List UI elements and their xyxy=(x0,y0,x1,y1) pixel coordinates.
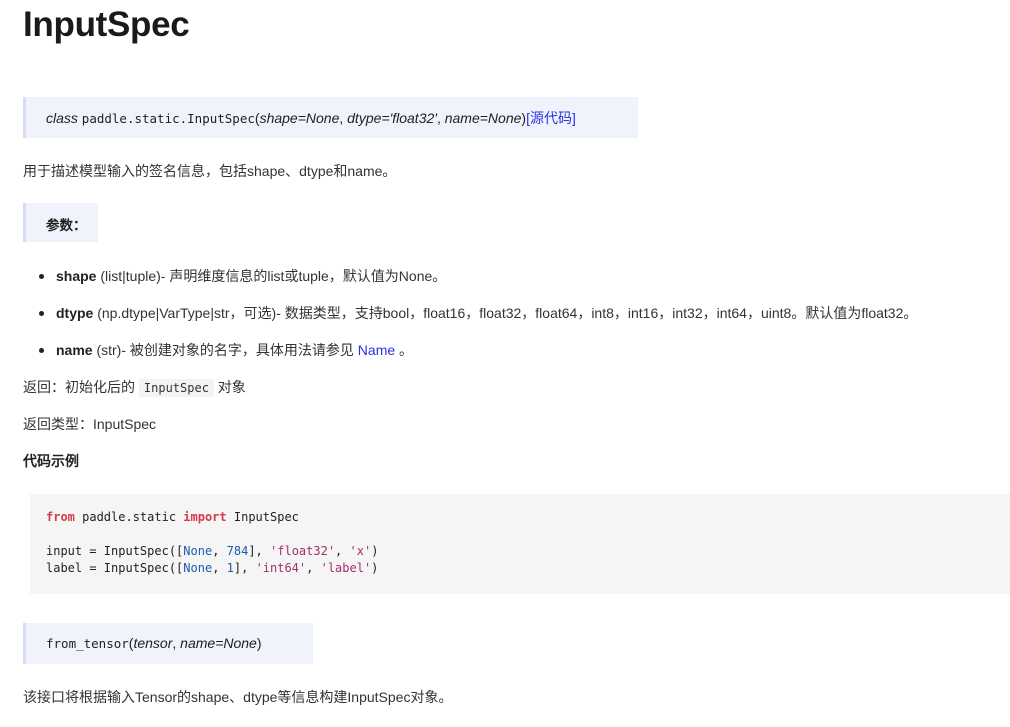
code-text: , xyxy=(306,561,321,575)
param-dtype-default: dtype='float32' xyxy=(347,110,437,126)
code-keyword: import xyxy=(183,510,227,524)
example-heading: 代码示例 xyxy=(23,453,79,469)
param-desc: (np.dtype|VarType|str，可选)- 数据类型，支持bool，f… xyxy=(93,305,918,321)
param-desc-tail: 。 xyxy=(395,342,414,358)
code-string: 'x' xyxy=(349,544,372,558)
code-constant: None xyxy=(183,561,213,575)
param-shape-default: shape=None xyxy=(259,110,340,126)
from-tensor-signature: from_tensor(tensor, name=None) xyxy=(23,623,313,664)
code-text: InputSpec xyxy=(226,510,299,524)
source-code-link[interactable]: [源代码] xyxy=(526,110,576,126)
class-signature: class paddle.static.InputSpec(shape=None… xyxy=(23,97,638,138)
params-heading: 参数： xyxy=(23,203,98,242)
param-item-shape: shape (list|tuple)- 声明维度信息的list或tuple，默认… xyxy=(38,266,447,286)
class-name: paddle.static.InputSpec xyxy=(81,111,255,126)
code-string: 'float32' xyxy=(270,544,336,558)
param-item-dtype: dtype (np.dtype|VarType|str，可选)- 数据类型，支持… xyxy=(38,303,918,323)
returns-line: 返回：初始化后的 InputSpec 对象 xyxy=(23,377,246,398)
returns-suffix: 对象 xyxy=(213,379,246,395)
sig-sep: , xyxy=(339,110,348,126)
param-desc: (str)- 被创建对象的名字，具体用法请参见 xyxy=(92,342,358,358)
sig-close-paren: ) xyxy=(256,635,262,651)
page-title: InputSpec xyxy=(23,5,190,44)
code-text: , xyxy=(212,561,227,575)
return-type-line: 返回类型：InputSpec xyxy=(23,416,157,432)
class-keyword: class xyxy=(46,110,78,126)
code-text: ], xyxy=(233,561,256,575)
code-constant: None xyxy=(183,544,213,558)
sig-sep: , xyxy=(436,110,445,126)
code-text: paddle.static xyxy=(74,510,184,524)
param-name-default: name=None xyxy=(180,635,257,651)
name-doc-link[interactable]: Name xyxy=(358,342,395,358)
code-text: ) xyxy=(371,544,379,558)
param-desc: (list|tuple)- 声明维度信息的list或tuple，默认值为None… xyxy=(96,268,447,284)
code-text: ], xyxy=(248,544,271,558)
code-number: 784 xyxy=(226,544,249,558)
code-text: , xyxy=(212,544,227,558)
class-description: 用于描述模型输入的签名信息，包括shape、dtype和name。 xyxy=(23,163,397,179)
code-text: , xyxy=(335,544,350,558)
code-number: 1 xyxy=(226,561,234,575)
code-string: 'label' xyxy=(320,561,372,575)
code-text: input = InputSpec([ xyxy=(46,544,184,558)
code-text: ) xyxy=(371,561,379,575)
method-name: from_tensor xyxy=(46,636,129,651)
param-name: name xyxy=(56,342,93,358)
returns-prefix: 返回：初始化后的 xyxy=(23,379,139,395)
code-text: label = InputSpec([ xyxy=(46,561,184,575)
sig-sep: , xyxy=(172,635,181,651)
param-item-name: name (str)- 被创建对象的名字，具体用法请参见 Name 。 xyxy=(38,340,414,360)
param-name: dtype xyxy=(56,305,94,321)
returns-code: InputSpec xyxy=(138,379,214,397)
code-string: 'int64' xyxy=(255,561,307,575)
code-example-block: from paddle.static import InputSpec inpu… xyxy=(30,494,1010,594)
param-tensor: tensor xyxy=(133,635,173,651)
param-name: shape xyxy=(56,268,97,284)
from-tensor-description: 该接口将根据输入Tensor的shape、dtype等信息构建InputSpec… xyxy=(23,689,453,705)
code-keyword: from xyxy=(46,510,75,524)
param-name-default: name=None xyxy=(444,110,522,126)
